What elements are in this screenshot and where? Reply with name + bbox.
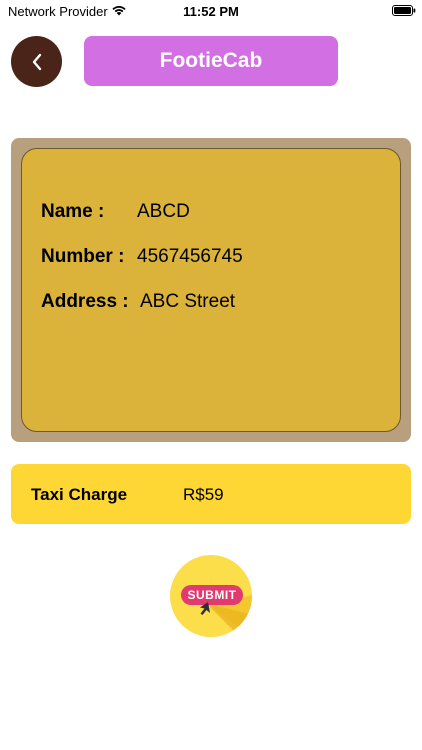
details-card: [21, 148, 401, 432]
app-title-banner: FootieCab: [84, 36, 338, 86]
taxi-charge-value: R$59: [183, 485, 224, 504]
back-button[interactable]: [11, 36, 62, 87]
taxi-charge-label: Taxi Charge: [31, 485, 128, 504]
page-title: FootieCab: [159, 49, 263, 72]
submit-button[interactable]: SUBMIT: [170, 555, 252, 637]
number-row: Number : 4567456745: [41, 246, 243, 268]
status-time: 11:52 PM: [183, 4, 239, 19]
battery-icon: [392, 5, 416, 16]
address-value: ABC Street: [140, 291, 236, 312]
name-label: Name :: [41, 201, 105, 222]
chevron-left-icon: [32, 53, 41, 70]
number-label: Number :: [41, 246, 125, 267]
name-row: Name : ABCD: [41, 201, 190, 223]
number-value: 4567456745: [137, 246, 243, 267]
status-bar: Network Provider 11:52 PM: [0, 0, 422, 22]
address-label: Address :: [41, 291, 129, 312]
cursor-arrow-icon: [200, 602, 210, 615]
address-row: Address : ABC Street: [41, 291, 235, 313]
name-value: ABCD: [137, 201, 190, 222]
